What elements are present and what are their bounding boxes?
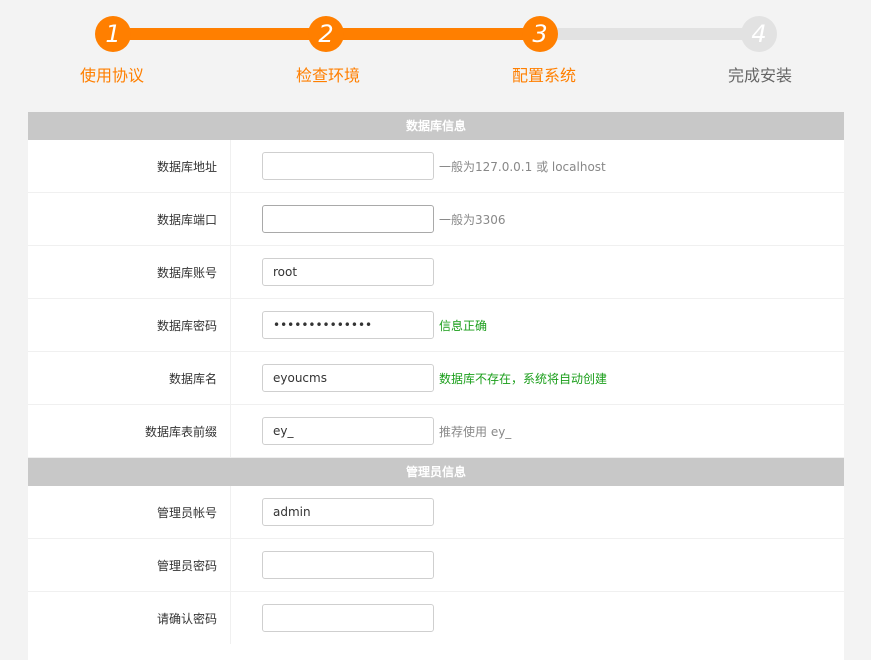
db-password-input[interactable] <box>262 311 434 339</box>
db-password-label: 数据库密码 <box>28 299 231 351</box>
db-host-row: 数据库地址 一般为127.0.0.1 或 localhost <box>28 140 844 193</box>
step-4-label: 完成安装 <box>727 66 792 85</box>
db-user-row: 数据库账号 <box>28 246 844 299</box>
admin-section-header: 管理员信息 <box>28 458 844 486</box>
admin-password-label: 管理员密码 <box>28 539 231 591</box>
admin-password-row: 管理员密码 <box>28 539 844 592</box>
db-prefix-row: 数据库表前缀 推荐使用 ey_ <box>28 405 844 458</box>
admin-confirm-input[interactable] <box>262 604 434 632</box>
db-name-row: 数据库名 数据库不存在，系统将自动创建 <box>28 352 844 405</box>
db-host-hint: 一般为127.0.0.1 或 localhost <box>439 159 606 174</box>
db-port-hint: 一般为3306 <box>439 212 506 227</box>
db-port-label: 数据库端口 <box>28 193 231 245</box>
db-section-header: 数据库信息 <box>28 112 844 140</box>
admin-account-row: 管理员帐号 <box>28 486 844 539</box>
step-3-circle: 3 <box>522 16 558 52</box>
db-port-input[interactable] <box>262 205 434 233</box>
db-port-row: 数据库端口 一般为3306 <box>28 193 844 246</box>
admin-confirm-label: 请确认密码 <box>28 592 231 644</box>
db-name-input[interactable] <box>262 364 434 392</box>
db-name-label: 数据库名 <box>28 352 231 404</box>
step-1-label: 使用协议 <box>79 66 144 85</box>
db-name-status: 数据库不存在，系统将自动创建 <box>439 371 608 386</box>
admin-password-input[interactable] <box>262 551 434 579</box>
db-password-row: 数据库密码 信息正确 <box>28 299 844 352</box>
db-user-label: 数据库账号 <box>28 246 231 298</box>
db-prefix-input[interactable] <box>262 417 434 445</box>
step-2-label: 检查环境 <box>295 66 360 85</box>
step-2-circle: 2 <box>308 16 344 52</box>
install-steps: 1 2 3 4 使用协议 检查环境 配置系统 完成安装 <box>0 0 871 100</box>
step-3-label: 配置系统 <box>511 66 576 85</box>
db-password-status: 信息正确 <box>439 318 488 333</box>
step-1-circle: 1 <box>95 16 131 52</box>
admin-account-label: 管理员帐号 <box>28 486 231 538</box>
db-user-input[interactable] <box>262 258 434 286</box>
db-host-input[interactable] <box>262 152 434 180</box>
db-prefix-hint: 推荐使用 ey_ <box>439 424 512 439</box>
admin-account-input[interactable] <box>262 498 434 526</box>
config-form: 数据库信息 数据库地址 一般为127.0.0.1 或 localhost 数据库… <box>28 112 844 660</box>
admin-confirm-row: 请确认密码 <box>28 592 844 644</box>
step-4-circle: 4 <box>741 16 777 52</box>
db-host-label: 数据库地址 <box>28 140 231 192</box>
db-prefix-label: 数据库表前缀 <box>28 405 231 457</box>
